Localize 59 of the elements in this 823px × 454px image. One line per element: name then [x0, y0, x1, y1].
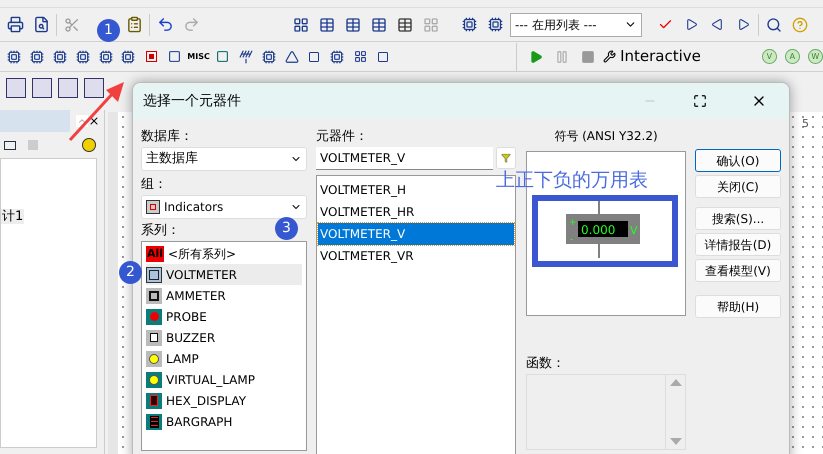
window-icon[interactable] [4, 140, 16, 150]
group-label: 组： [141, 176, 168, 194]
simulation-mode[interactable]: Interactive [620, 45, 701, 68]
close-icon[interactable] [88, 115, 100, 127]
all-badge: All [146, 246, 164, 262]
dialog-button[interactable]: 确认(O) [695, 149, 781, 172]
dialog-button[interactable]: 详情报告(D) [695, 233, 781, 256]
family-label: 系列： [141, 222, 180, 240]
ammeter-icon [146, 288, 162, 304]
component-field[interactable]: VOLTMETER_V [316, 147, 493, 170]
buzzer-icon [146, 330, 162, 346]
misc-label[interactable]: MISC [187, 50, 210, 62]
family-item[interactable]: VOLTMETER [146, 264, 302, 285]
database-label: 数据库： [141, 128, 194, 146]
component-item[interactable]: VOLTMETER_V [318, 223, 514, 245]
family-item[interactable]: BARGRAPH [146, 411, 302, 432]
filter-icon [501, 153, 511, 163]
family-item[interactable]: All <所有系列> [146, 243, 302, 264]
in-use-list-dropdown[interactable]: --- 在用列表 --- [510, 12, 642, 36]
voltmeter-icon [146, 266, 162, 282]
graph-icon[interactable] [58, 78, 78, 98]
family-item[interactable]: BUZZER [146, 327, 302, 348]
dialog-button[interactable]: 查看模型(V) [695, 259, 781, 282]
lamp-icon [146, 372, 162, 388]
wrench-icon [603, 50, 616, 63]
panel-header [0, 110, 70, 132]
ruler-mark: 5 [802, 116, 809, 132]
component-item[interactable]: VOLTMETER_HR [318, 201, 514, 223]
tree-item[interactable]: 计1 [1, 209, 24, 224]
clock-icon[interactable] [82, 138, 96, 152]
dialog-button[interactable]: 帮助(H) [695, 295, 781, 318]
family-item[interactable]: PROBE [146, 306, 302, 327]
dialog-title: 选择一个元器件 [143, 92, 241, 110]
graph-icon[interactable] [84, 78, 104, 98]
bargraph-icon [146, 414, 162, 430]
dialog-button[interactable]: 搜索(S)... [695, 207, 781, 230]
family-item[interactable]: LAMP [146, 348, 302, 369]
seven-segment-icon [146, 392, 162, 408]
annotation-note: 上正下负的万用表 [496, 168, 648, 192]
symbol-label: 符号 (ANSI Y32.2) [553, 128, 659, 145]
step-marker: 1 [97, 19, 120, 42]
lamp-icon [146, 350, 162, 366]
component-item[interactable]: VOLTMETER_VR [318, 245, 514, 267]
pointer-arrow [66, 80, 126, 144]
maximize-icon[interactable] [693, 94, 707, 108]
dialog-button[interactable]: 关闭(C) [695, 175, 781, 198]
component-label: 元器件： [316, 128, 369, 146]
family-item[interactable]: VIRTUAL_LAMP [146, 369, 302, 390]
probe-icon [146, 308, 162, 324]
filter-button[interactable] [496, 147, 516, 169]
family-item[interactable]: AMMETER [146, 285, 302, 306]
graph-icon[interactable] [6, 78, 26, 98]
family-item[interactable]: HEX_DISPLAY [146, 390, 302, 411]
function-label: 函数： [526, 355, 566, 373]
graph-icon[interactable] [32, 78, 52, 98]
voltmeter-symbol-drawing: 0.000 V + - [566, 200, 642, 258]
indicator-icon [146, 200, 160, 214]
group-dropdown[interactable]: Indicators [141, 195, 307, 219]
database-dropdown[interactable]: 主数据库 [141, 147, 307, 171]
